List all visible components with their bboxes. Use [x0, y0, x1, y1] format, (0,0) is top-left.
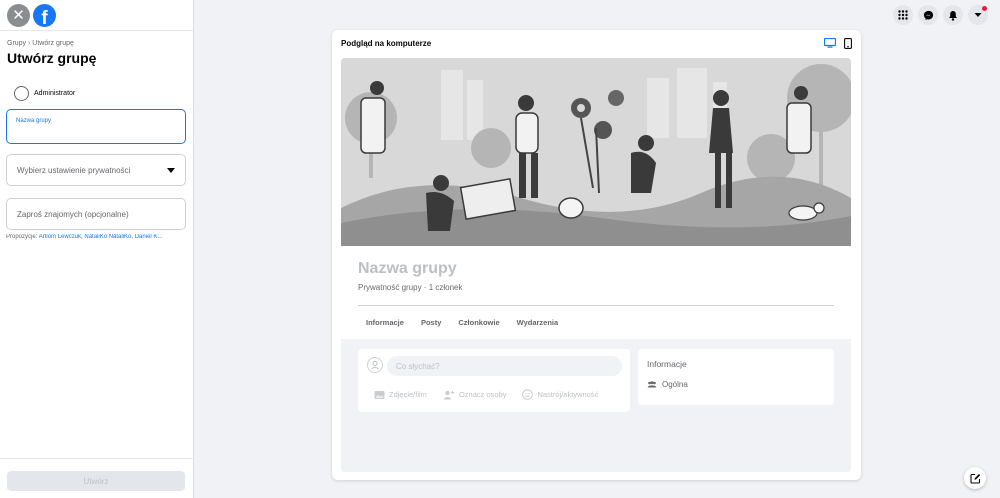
device-toggle: [824, 38, 852, 49]
group-name-input[interactable]: Nazwa grupy: [6, 109, 186, 144]
tag-people-icon: [443, 390, 454, 399]
feeling-label: Nastrój/aktywność: [537, 390, 599, 399]
preview-title: Podgląd na komputerze: [341, 39, 432, 48]
breadcrumb: Grupy › Utwórz grupę: [7, 40, 74, 47]
privacy-placeholder: Wybierz ustawienie prywatności: [17, 166, 131, 175]
visibility-row: Ogólna: [647, 380, 688, 389]
post-composer: Co słychać? Zdjęcie/film Oznacz osoby Na…: [358, 349, 630, 412]
avatar: [367, 357, 383, 373]
friend-suggestions: Propozycje: Artiom Lewczuk, NataliKo Nat…: [6, 234, 189, 240]
group-name-label: Nazwa grupy: [16, 118, 52, 124]
composer-actions: Zdjęcie/film Oznacz osoby Nastrój/aktywn…: [374, 389, 598, 400]
account-button[interactable]: [968, 5, 988, 25]
account-caret-icon: [974, 13, 982, 17]
group-header: Nazwa grupy Prywatność grupy · 1 członek…: [341, 246, 851, 339]
tab-czlonkowie[interactable]: Członkowie: [458, 318, 499, 327]
user-icon: [371, 361, 379, 370]
composer-input[interactable]: Co słychać?: [387, 356, 622, 376]
group-tabs: Informacje Posty Członkowie Wydarzenia: [366, 318, 558, 327]
avatar: [14, 86, 29, 101]
facebook-logo[interactable]: f: [33, 4, 56, 27]
messenger-button[interactable]: [918, 5, 938, 25]
admin-row: Administrator: [14, 86, 75, 101]
privacy-select[interactable]: Wybierz ustawienie prywatności: [6, 154, 186, 186]
tab-posty[interactable]: Posty: [421, 318, 441, 327]
group-meta: Prywatność grupy · 1 członek: [358, 283, 463, 292]
messenger-icon: [923, 10, 933, 20]
menu-grid-icon: [898, 10, 908, 20]
notification-dot: [982, 6, 987, 11]
photo-video-button[interactable]: Zdjęcie/film: [374, 390, 427, 400]
invite-friends-input[interactable]: Zaproś znajomych (opcjonalne): [6, 198, 186, 230]
feeling-icon: [522, 389, 534, 400]
mobile-icon[interactable]: [844, 38, 852, 49]
close-icon: ✕: [12, 7, 25, 24]
header-icons: [893, 5, 988, 25]
sidebar-footer: Utwórz: [0, 458, 194, 498]
notifications-button[interactable]: [943, 5, 963, 25]
menu-button[interactable]: [893, 5, 913, 25]
create-group-sidebar: ✕ f Grupy › Utwórz grupę Utwórz grupę Ad…: [0, 0, 194, 498]
page-title: Utwórz grupę: [7, 50, 97, 66]
feeling-button[interactable]: Nastrój/aktywność: [522, 389, 598, 400]
cover-illustration: [341, 58, 851, 246]
photo-icon: [374, 390, 385, 399]
sidebar-header: ✕ f: [0, 0, 193, 31]
dropdown-caret-icon: [167, 168, 175, 173]
visibility-label: Ogólna: [662, 380, 688, 389]
tag-people-button[interactable]: Oznacz osoby: [443, 390, 507, 400]
suggestions-prefix: Propozycje:: [6, 234, 39, 240]
tab-wydarzenia[interactable]: Wydarzenia: [517, 318, 559, 327]
group-members-icon: [647, 381, 657, 388]
facebook-logo-icon: f: [41, 8, 48, 27]
suggestions-names-link[interactable]: Artiom Lewczuk, NataliKo NataliKo, Danie…: [39, 234, 163, 240]
cover-image: [341, 58, 851, 246]
group-preview: Nazwa grupy Prywatność grupy · 1 członek…: [341, 58, 851, 472]
desktop-icon[interactable]: [824, 38, 836, 48]
about-title: Informacje: [647, 359, 687, 369]
admin-label: Administrator: [34, 90, 76, 97]
new-message-button[interactable]: [964, 467, 986, 489]
invite-placeholder: Zaproś znajomych (opcjonalne): [17, 210, 129, 219]
desktop-preview-card: Podgląd na komputerze Nazwa grupy Prywat…: [332, 30, 861, 480]
close-button[interactable]: ✕: [7, 4, 30, 27]
tag-people-label: Oznacz osoby: [458, 390, 507, 399]
about-box: Informacje Ogólna: [638, 349, 834, 405]
divider: [358, 305, 834, 306]
create-button[interactable]: Utwórz: [7, 471, 185, 491]
tab-informacje[interactable]: Informacje: [366, 318, 404, 327]
notifications-icon: [949, 10, 957, 21]
compose-icon: [969, 473, 980, 484]
group-name: Nazwa grupy: [358, 260, 457, 277]
photo-video-label: Zdjęcie/film: [389, 390, 427, 399]
